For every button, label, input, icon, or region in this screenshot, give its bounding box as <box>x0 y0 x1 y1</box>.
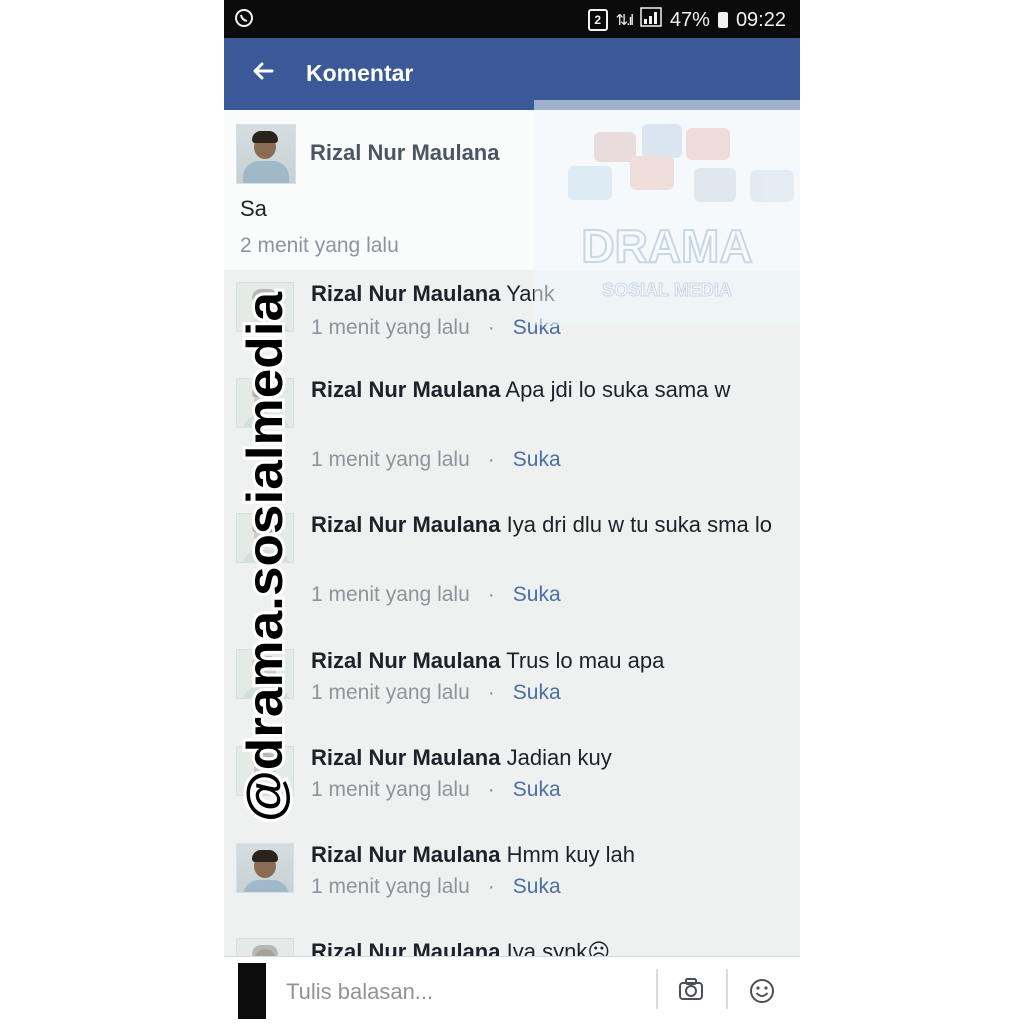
reply-time: 1 menit yang lalu <box>311 778 470 801</box>
avatar[interactable] <box>236 938 294 956</box>
reply-body: Rizal Nur Maulana Apa jdi lo suka sama w <box>311 372 781 407</box>
battery-icon <box>717 12 728 28</box>
reply-meta: 1 menit yang lalu · Suka <box>311 681 561 705</box>
status-icons: 2 ⇅.ıl 47% 09:22 <box>587 7 786 33</box>
clock: 09:22 <box>735 8 786 31</box>
reply-text: Hmm kuy lah <box>506 842 635 867</box>
camera-icon[interactable] <box>678 977 704 1005</box>
reply-item: Rizal Nur Maulana Apa jdi lo suka sama w… <box>224 372 800 498</box>
sim-badge: 2 <box>587 9 608 31</box>
comment-time: 2 menit yang lalu <box>240 234 399 257</box>
reply-text: Iya synk☹ <box>506 939 611 956</box>
reply-author[interactable]: Rizal Nur Maulana <box>311 939 500 956</box>
separator-dot: · <box>487 448 495 471</box>
whatsapp-icon <box>234 8 254 33</box>
watermark-handle: @drama.sosialmedia <box>228 282 298 830</box>
divider <box>656 969 658 1009</box>
reply-item: Rizal Nur Maulana Jadian kuy 1 menit yan… <box>224 740 800 830</box>
signal-icon <box>640 7 662 33</box>
reply-text: Iya dri dlu w tu suka sma lo <box>506 512 772 537</box>
like-link[interactable]: Suka <box>513 778 561 801</box>
separator-dot: · <box>487 583 495 606</box>
reply-meta: 1 menit yang lalu · Suka <box>311 448 561 472</box>
reply-time: 1 menit yang lalu <box>311 448 470 471</box>
reply-meta: 1 menit yang lalu · Suka <box>311 778 561 802</box>
separator-dot: · <box>487 778 495 801</box>
like-link[interactable]: Suka <box>513 875 561 898</box>
avatar[interactable] <box>236 843 294 893</box>
watermark-handle-text: @drama.sosialmedia <box>237 291 293 822</box>
reply-input[interactable] <box>284 971 648 1013</box>
reply-item: Rizal Nur Maulana Trus lo mau apa 1 meni… <box>224 643 800 733</box>
reply-item: Rizal Nur Maulana Iya dri dlu w tu suka … <box>224 507 800 633</box>
watermark-logo-title: DRAMA <box>581 220 752 272</box>
reply-time: 1 menit yang lalu <box>311 316 470 339</box>
page-title: Komentar <box>306 60 414 86</box>
arrow-left-icon[interactable] <box>252 58 274 88</box>
avatar[interactable] <box>236 124 296 184</box>
divider <box>726 969 728 1009</box>
separator-dot: · <box>487 316 495 339</box>
like-link[interactable]: Suka <box>513 583 561 606</box>
status-bar: 2 ⇅.ıl 47% 09:22 <box>224 0 800 38</box>
reply-body: Rizal Nur Maulana Jadian kuy <box>311 740 781 775</box>
reply-author[interactable]: Rizal Nur Maulana <box>311 512 500 537</box>
watermark-logo: DRAMA SOSIAL MEDIA <box>534 100 800 325</box>
reply-author[interactable]: Rizal Nur Maulana <box>311 842 500 867</box>
reply-time: 1 menit yang lalu <box>311 875 470 898</box>
reply-item: Rizal Nur Maulana Hmm kuy lah 1 menit ya… <box>224 837 800 927</box>
reply-text: Apa jdi lo suka sama w <box>505 377 731 402</box>
reply-body: Rizal Nur Maulana Iya synk☹ <box>311 934 781 956</box>
reply-bar <box>224 956 800 1024</box>
reply-author[interactable]: Rizal Nur Maulana <box>311 745 500 770</box>
camera-preview <box>238 963 266 1019</box>
like-link[interactable]: Suka <box>513 448 561 471</box>
separator-dot: · <box>487 681 495 704</box>
comment-text: Sa <box>240 196 267 221</box>
like-link[interactable]: Suka <box>513 681 561 704</box>
reply-body: Rizal Nur Maulana Iya dri dlu w tu suka … <box>311 507 781 542</box>
reply-time: 1 menit yang lalu <box>311 681 470 704</box>
reply-text: Trus lo mau apa <box>506 648 665 673</box>
reply-body: Rizal Nur Maulana Trus lo mau apa <box>311 643 781 678</box>
reply-item: Rizal Nur Maulana Iya synk☹ <box>224 934 800 956</box>
reply-author[interactable]: Rizal Nur Maulana <box>311 377 500 402</box>
reply-meta: 1 menit yang lalu · Suka <box>311 583 561 607</box>
reply-body: Rizal Nur Maulana Hmm kuy lah <box>311 837 781 872</box>
reply-text: Jadian kuy <box>506 745 612 770</box>
reply-meta: 1 menit yang lalu · Suka <box>311 875 561 899</box>
reply-author[interactable]: Rizal Nur Maulana <box>311 648 500 673</box>
battery-percent: 47% <box>669 8 710 31</box>
separator-dot: · <box>487 875 495 898</box>
reply-meta: 1 menit yang lalu · Suka <box>311 316 561 340</box>
reply-author[interactable]: Rizal Nur Maulana <box>311 281 500 306</box>
watermark-logo-subtitle: SOSIAL MEDIA <box>602 280 732 300</box>
network-signal-icon: ⇅.ıl <box>615 12 634 29</box>
comment-author[interactable]: Rizal Nur Maulana <box>310 140 499 166</box>
reply-time: 1 menit yang lalu <box>311 583 470 606</box>
smile-icon[interactable] <box>748 977 776 1005</box>
